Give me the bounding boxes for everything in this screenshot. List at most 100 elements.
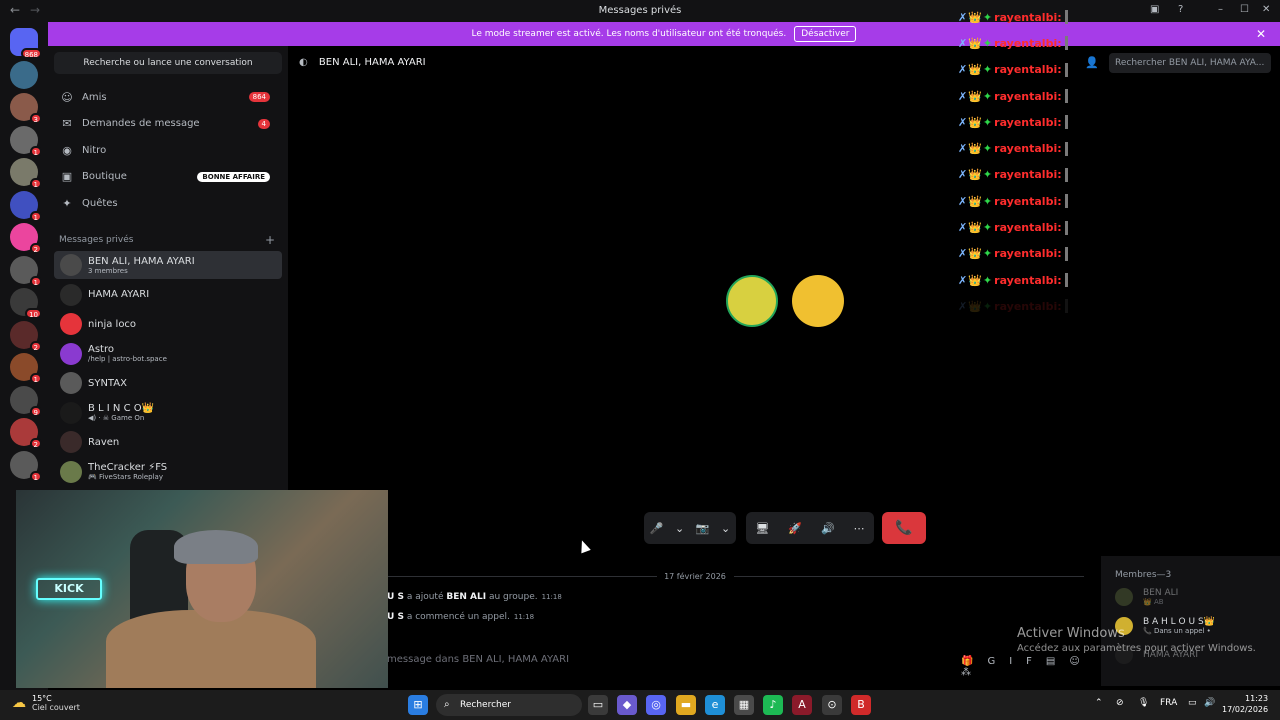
participant-avatar[interactable] (726, 275, 778, 327)
taskbar-app-icon[interactable]: ⊞ (408, 695, 428, 715)
server-icon[interactable]: 1 (10, 255, 42, 287)
emote-image (1064, 62, 1068, 77)
server-icon[interactable]: 2 (10, 223, 42, 254)
server-icon[interactable]: 2 (10, 320, 42, 352)
avatar (60, 342, 82, 365)
chevron-down-icon[interactable]: ⌄ (721, 522, 730, 535)
dm-item[interactable]: B L I N C O👑 ◀) · ☠ Game On (54, 399, 282, 427)
taskbar-app-icon[interactable]: ⊙ (822, 695, 842, 715)
hang-up-button[interactable]: 📞 (882, 512, 926, 544)
volume-icon[interactable]: 🔊 (1204, 698, 1215, 708)
taskbar-app-icon[interactable]: ▦ (734, 695, 754, 715)
server-icon[interactable]: 9 (10, 385, 42, 417)
search-channel-input[interactable]: Rechercher BEN ALI, HAMA AYA... (1109, 53, 1271, 73)
participant-avatar[interactable] (792, 275, 844, 327)
server-icon[interactable]: 1 (10, 125, 42, 157)
gem-badge-icon: ✦ (982, 115, 993, 129)
nav-item-quêtes[interactable]: ✦ Quêtes (56, 191, 280, 215)
dm-item[interactable]: HAMA AYARI (54, 281, 282, 309)
nav-item-demandes de message[interactable]: ✉ Demandes de message 4 (56, 112, 280, 136)
camera-off-icon[interactable]: 📷 (696, 522, 710, 535)
member-item[interactable]: B A H L O U S👑 📞 Dans un appel • (1115, 617, 1215, 635)
chevron-up-icon[interactable]: ⌃ (1095, 698, 1103, 708)
gif-icon[interactable]: GIF (987, 656, 1045, 667)
taskbar-app-icon[interactable]: ▭ (588, 695, 608, 715)
dm-item[interactable]: ninja loco (54, 310, 282, 338)
maximize-icon[interactable]: ☐ (1240, 4, 1249, 15)
network-off-icon[interactable]: ⊘ (1116, 698, 1124, 708)
sticker-icon[interactable]: ▤ (1046, 656, 1069, 667)
dm-status: 🎮 FiveStars Roleplay (88, 473, 163, 481)
taskbar-app-icon[interactable]: e (705, 695, 725, 715)
taskbar-app-icon[interactable]: B (851, 695, 871, 715)
inbox-icon[interactable]: ▣ (1150, 4, 1159, 15)
overlay-username: rayentalbi: (994, 89, 1062, 103)
mic-tray-icon[interactable]: 🎙 (1138, 698, 1149, 708)
more-options-icon[interactable]: ⋯ (854, 522, 865, 535)
nav-item-amis[interactable]: ☺ Amis 864 (56, 85, 280, 109)
weather-widget[interactable]: ☁ 15°C Ciel couvert (12, 694, 80, 712)
apps-icon[interactable]: ⁂ (961, 667, 985, 678)
taskbar-app-icon[interactable]: ▬ (676, 695, 696, 715)
dm-item[interactable]: BEN ALI, HAMA AYARI 3 membres (54, 251, 282, 279)
gift-icon[interactable]: 🎁 (961, 656, 987, 667)
x-badge-icon: ✗ (958, 168, 968, 182)
disable-streamer-button[interactable]: Désactiver (794, 26, 857, 42)
server-icon[interactable]: 3 (10, 93, 42, 124)
channel-title: BEN ALI, HAMA AYARI (318, 57, 426, 68)
taskbar-app-icon[interactable]: A (792, 695, 812, 715)
gem-badge-icon: ✦ (982, 36, 993, 50)
minimize-icon[interactable]: – (1218, 4, 1223, 15)
overlay-chat-line: ✗ 👑 ✦ rayentalbi: (958, 241, 1068, 267)
nav-item-label: Amis (82, 91, 107, 103)
nav-item-label: Nitro (82, 144, 107, 156)
taskbar-app-icon[interactable]: ◆ (617, 695, 637, 715)
create-dm-button[interactable]: + (265, 233, 275, 247)
crown-badge-icon: 👑 (968, 247, 982, 261)
emote-image (1064, 299, 1068, 314)
add-member-icon[interactable]: 👤 (1085, 56, 1099, 69)
server-icon[interactable]: 1 (10, 450, 42, 482)
chevron-down-icon[interactable]: ⌄ (675, 522, 684, 535)
server-icon[interactable] (10, 60, 38, 89)
x-badge-icon: ✗ (958, 10, 968, 24)
close-window-icon[interactable]: ✕ (1262, 4, 1270, 15)
dm-item[interactable]: TheCracker ⚡FS 🎮 FiveStars Roleplay (54, 458, 282, 486)
clock[interactable]: 11:23 17/02/2026 (1222, 693, 1268, 715)
server-icon[interactable]: 1 (10, 190, 42, 222)
dm-item[interactable]: Astro/help | astro-bot.space (54, 340, 282, 368)
close-banner-icon[interactable]: ✕ (1256, 27, 1266, 41)
overlay-username: rayentalbi: (994, 247, 1062, 261)
nav-item-nitro[interactable]: ◉ Nitro (56, 138, 280, 162)
taskbar-app-icon[interactable]: ♪ (763, 695, 783, 715)
chat-panel: 17 février 2026 U S a ajouté BEN ALI au … (289, 556, 1101, 686)
server-icon[interactable]: 1 (10, 158, 42, 189)
overlay-chat-line: ✗ 👑 ✦ rayentalbi: (958, 109, 1068, 135)
server-icon[interactable]: 10 (10, 288, 42, 319)
language-indicator[interactable]: FRA (1160, 698, 1177, 708)
microphone-icon[interactable]: 🎤 (650, 522, 664, 535)
count-badge: 4 (257, 118, 270, 129)
screen-share-icon[interactable]: 🖥 (755, 522, 769, 535)
find-conversation-button[interactable]: Recherche ou lance une conversation (54, 52, 282, 74)
webcam-feed: KICK (16, 490, 388, 688)
server-icon[interactable]: 868 (10, 28, 42, 59)
nav-item-boutique[interactable]: ▣ Boutique BONNE AFFAIRE (56, 165, 280, 189)
dm-name: SYNTAX (88, 377, 127, 389)
taskbar-app-icon[interactable]: ◎ (646, 695, 666, 715)
x-badge-icon: ✗ (958, 63, 968, 77)
server-icon[interactable]: 1 (10, 353, 42, 384)
server-icon[interactable]: 2 (10, 418, 42, 449)
taskbar-search[interactable]: ⌕ Rechercher (436, 694, 582, 716)
dm-item[interactable]: Raven (54, 428, 282, 456)
crown-badge-icon: 👑 (968, 36, 982, 50)
soundboard-icon[interactable]: 🔊 (821, 522, 835, 535)
emote-image (1064, 273, 1068, 288)
activities-icon[interactable]: 🚀 (788, 522, 802, 535)
help-icon[interactable]: ? (1178, 4, 1183, 15)
dm-item[interactable]: SYNTAX (54, 369, 282, 397)
unread-badge: 1 (29, 145, 42, 157)
display-icon[interactable]: ▭ (1188, 698, 1197, 708)
emoji-icon[interactable]: ☺ (1069, 656, 1093, 667)
member-item[interactable]: BEN ALI 👑 AB (1115, 588, 1178, 606)
